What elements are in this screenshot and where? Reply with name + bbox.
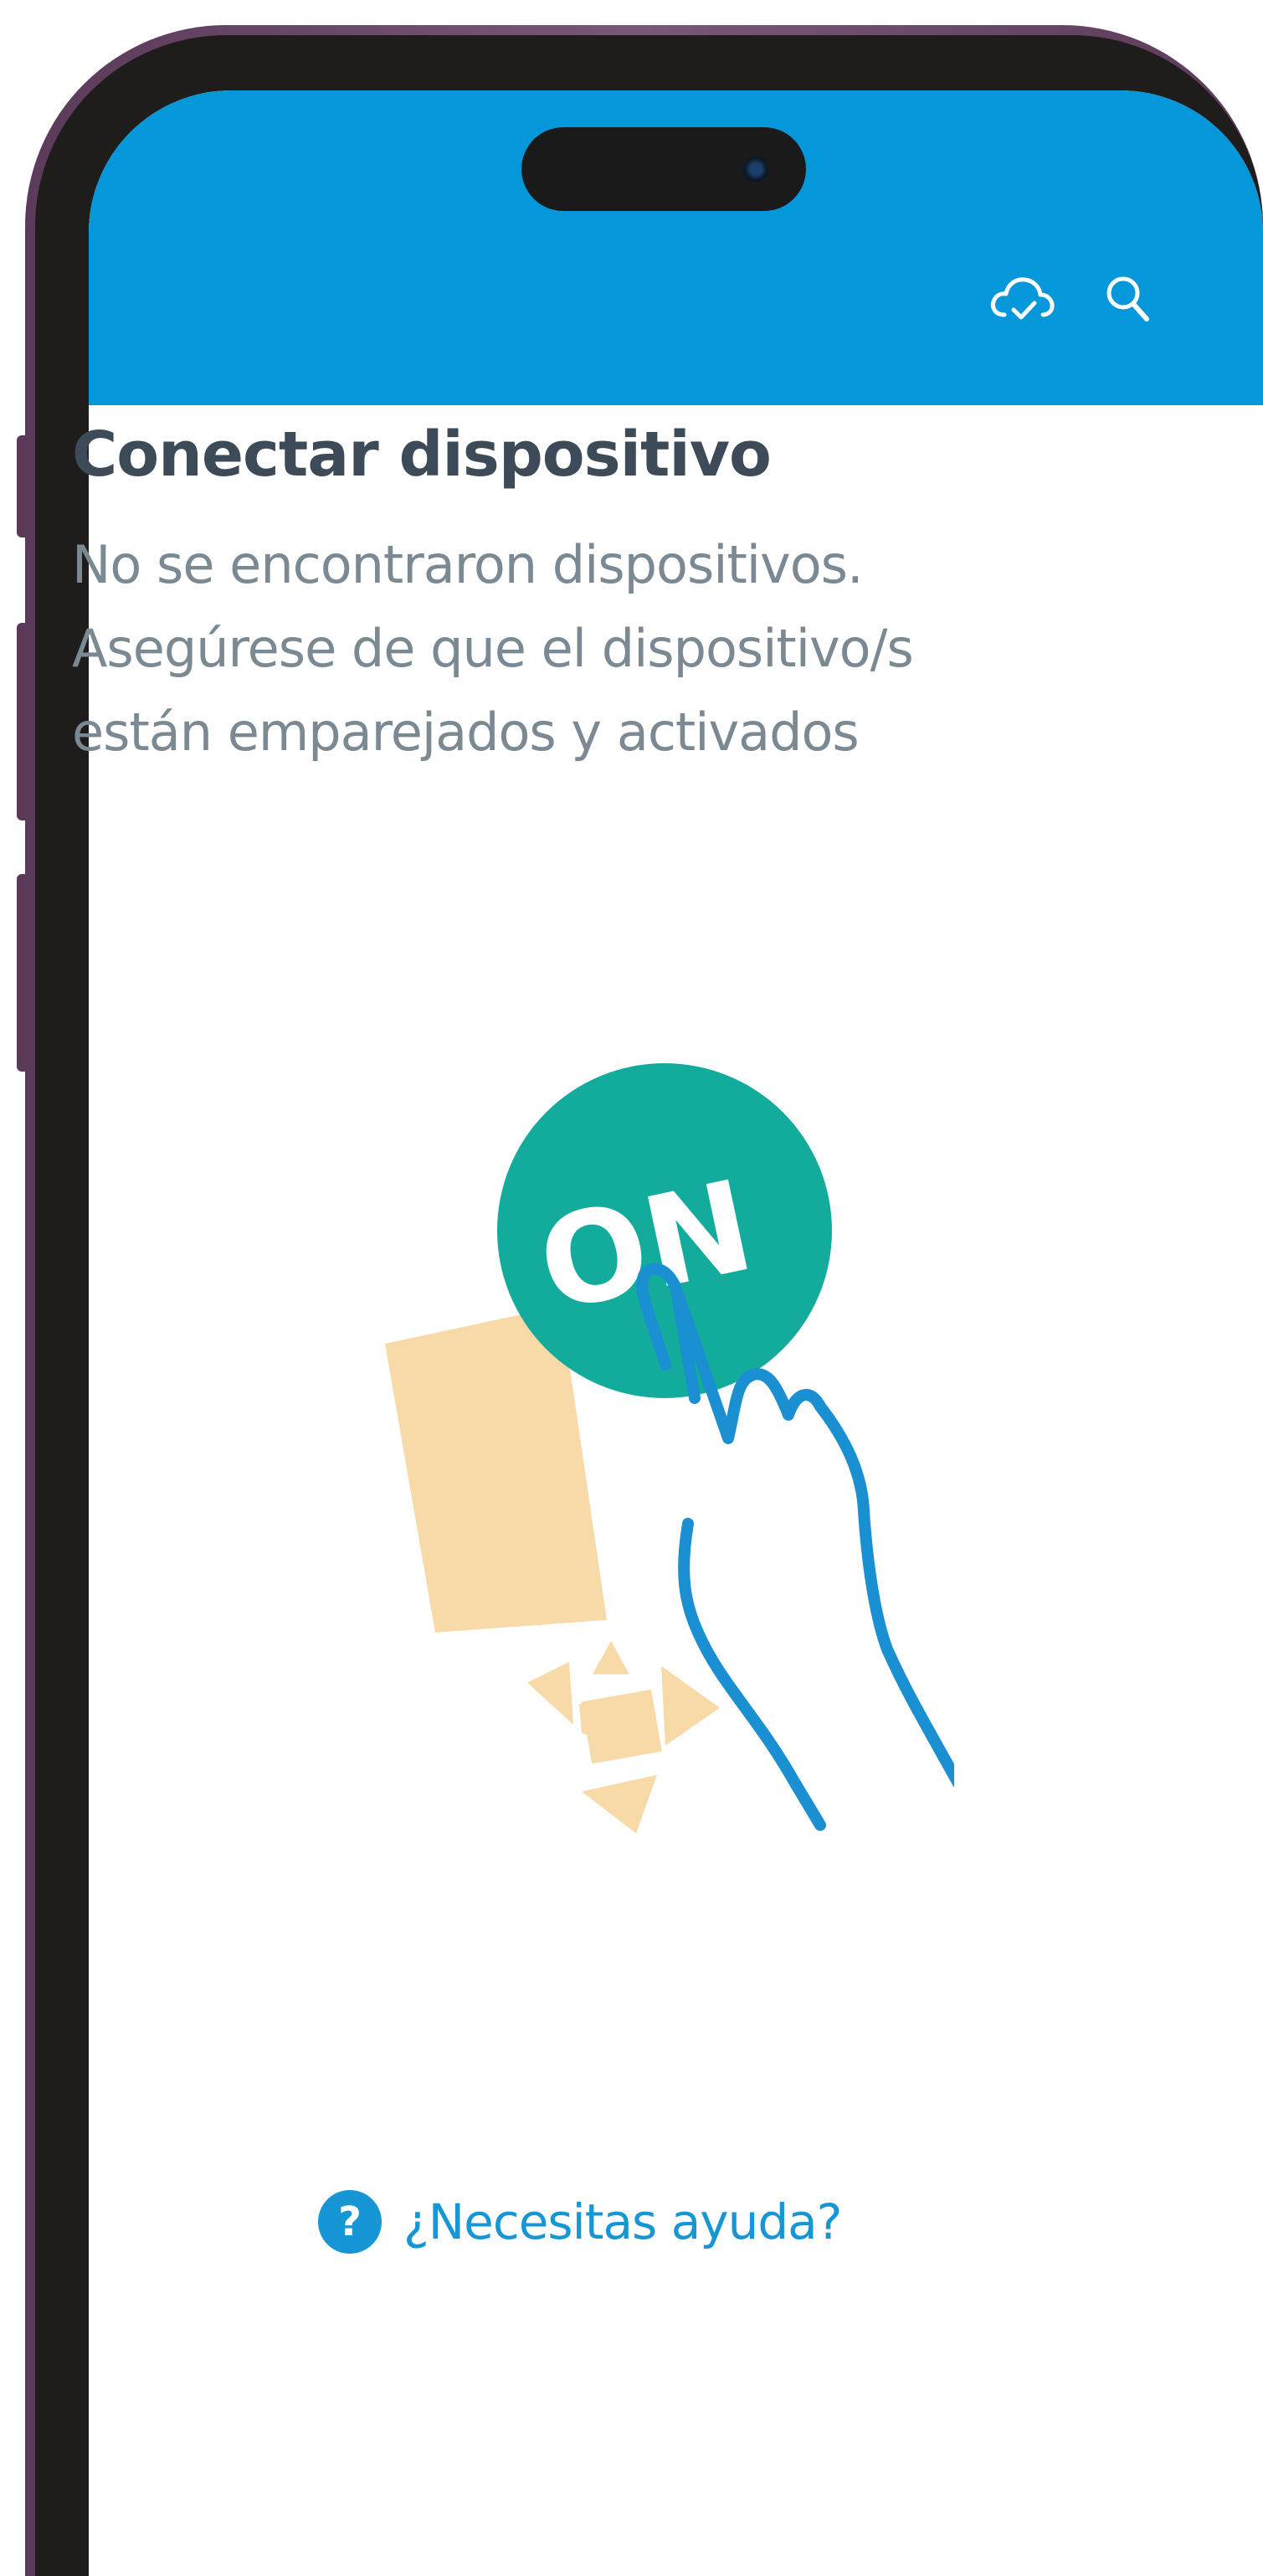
cloud-sync-icon [991, 277, 1055, 320]
message-line-1: No se encontraron dispositivos. [72, 534, 864, 595]
message-line-3: están emparejados y activados [72, 702, 860, 763]
hand-outline-icon [636, 1262, 954, 1831]
phone-mockup: Conectar dispositivo No se encontraron d… [0, 0, 1263, 2576]
message-line-2: Asegúrese de que el dispositivo/s [72, 618, 914, 679]
page-title: Conectar dispositivo [72, 419, 772, 491]
help-link-label: ¿Necesitas ayuda? [403, 2193, 842, 2250]
search-button[interactable] [1091, 261, 1167, 337]
power-on-illustration: ON [385, 1063, 954, 1833]
no-devices-message: No se encontraron dispositivos. Asegúres… [72, 523, 1060, 774]
directional-pad-icon [527, 1641, 720, 1833]
search-icon [1106, 276, 1149, 321]
help-question-icon: ? [318, 2190, 382, 2254]
app-header [89, 90, 1263, 405]
dynamic-island [521, 127, 806, 211]
cloud-sync-button[interactable] [986, 261, 1061, 337]
front-camera [742, 156, 769, 183]
help-link[interactable]: ? ¿Necesitas ayuda? [318, 2190, 842, 2254]
